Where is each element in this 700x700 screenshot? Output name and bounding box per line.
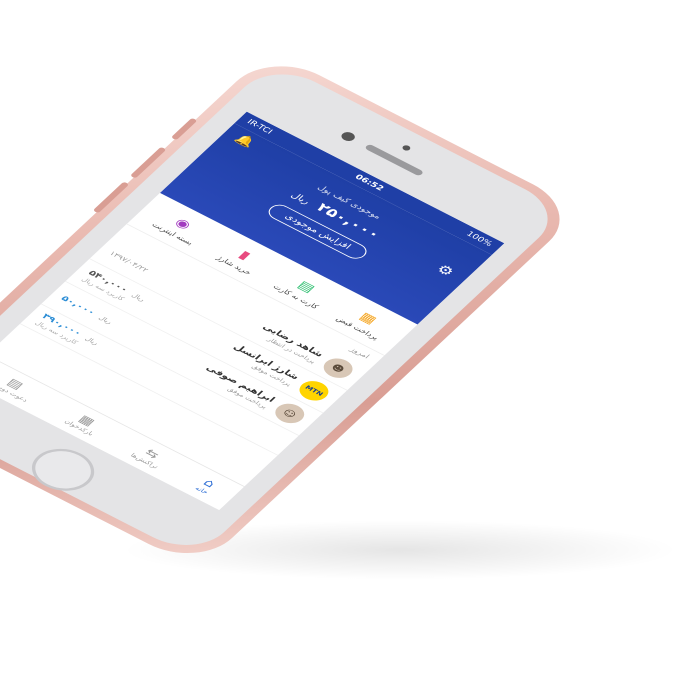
tab-home[interactable]: ⌂ خانه [194,476,220,496]
avatar: ☺ [269,399,310,428]
home-button[interactable] [19,440,107,500]
phone-face: IR-TCI 06:52 100% 🔔 ⚙ موجودی کیف پول ۲۵۰… [0,60,568,559]
mockup-stage: IR-TCI 06:52 100% 🔔 ⚙ موجودی کیف پول ۲۵۰… [0,0,700,700]
earpiece-speaker [364,143,425,177]
app-screen: IR-TCI 06:52 100% 🔔 ⚙ موجودی کیف پول ۲۵۰… [0,111,505,511]
tab-transactions[interactable]: ⇆ تراکنش‌ها [129,443,170,470]
mtn-logo-icon: MTN [293,377,334,405]
tab-invite-friends[interactable]: ▤ دعوت دوستان [0,370,39,403]
tab-qr-scanner[interactable]: ▦ بارکدخوان [63,409,105,437]
proximity-sensor [401,144,412,152]
tx-amount-value: ۵۰,۰۰۰ [59,294,98,317]
avatar: ☻ [318,354,359,382]
phone-tilt: IR-TCI 06:52 100% 🔔 ⚙ موجودی کیف پول ۲۵۰… [0,0,700,700]
tx-right: ۱۳۹۷/۰۴/۲۲ [108,249,150,273]
balance-currency: ریال [288,191,312,206]
tx-date: ۱۳۹۷/۰۴/۲۲ [108,249,151,274]
front-camera [338,130,358,143]
phone-body: IR-TCI 06:52 100% 🔔 ⚙ موجودی کیف پول ۲۵۰… [0,50,583,570]
